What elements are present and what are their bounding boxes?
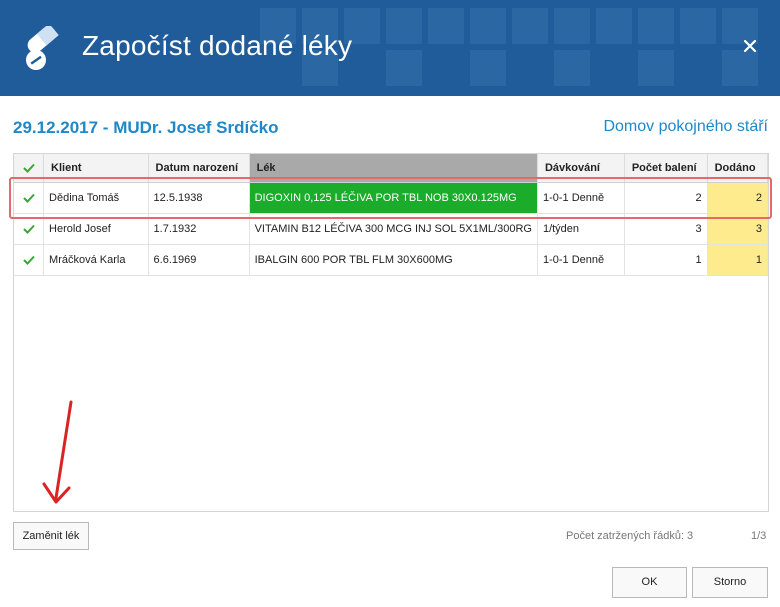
drug-cell-selected[interactable]: DIGOXIN 0,125 LÉČIVA POR TBL NOB 30X0.12… — [249, 182, 538, 214]
packs-cell: 3 — [624, 213, 708, 245]
delivered-cell[interactable]: 2 — [707, 182, 769, 214]
ok-button[interactable]: OK — [612, 567, 687, 598]
table-row[interactable]: Herold Josef 1.7.1932 VITAMIN B12 LÉČIVA… — [14, 213, 769, 245]
column-header-drug[interactable]: Lék — [249, 154, 538, 183]
arrow-annotation — [42, 400, 73, 504]
table-header-row: Klient Datum narození Lék Dávkování Poče… — [14, 154, 769, 183]
cancel-button[interactable]: Storno — [692, 567, 768, 598]
client-cell: Dědina Tomáš — [43, 182, 149, 214]
check-icon — [22, 163, 35, 174]
dosage-cell: 1/týden — [537, 213, 625, 245]
drug-cell[interactable]: VITAMIN B12 LÉČIVA 300 MCG INJ SOL 5X1ML… — [249, 213, 538, 245]
table-row[interactable]: Mráčková Karla 6.6.1969 IBALGIN 600 POR … — [14, 244, 769, 276]
row-check-cell[interactable] — [14, 244, 45, 276]
delivered-cell[interactable]: 1 — [707, 244, 769, 276]
dob-cell: 1.7.1932 — [148, 213, 250, 245]
checked-rows-count: Počet zatržených řádků: 3 — [566, 530, 694, 542]
pills-icon — [26, 26, 59, 70]
column-header-check[interactable] — [14, 154, 45, 183]
page-indicator: 1/3 — [751, 530, 767, 542]
row-check-cell[interactable] — [14, 213, 45, 245]
dosage-cell: 1-0-1 Denně — [537, 182, 625, 214]
table-row[interactable]: Dědina Tomáš 12.5.1938 DIGOXIN 0,125 LÉČ… — [14, 182, 769, 214]
check-icon[interactable] — [22, 255, 35, 266]
medication-table: Klient Datum narození Lék Dávkování Poče… — [14, 154, 769, 276]
replace-drug-button[interactable]: Zaměnit lék — [13, 522, 89, 550]
facility-name: Domov pokojného stáří — [603, 118, 768, 135]
drug-cell[interactable]: IBALGIN 600 POR TBL FLM 30X600MG — [249, 244, 538, 276]
packs-cell: 2 — [624, 182, 708, 214]
dialog-title: Započíst dodané léky — [82, 30, 353, 61]
dialog-header: Započíst dodané léky — [0, 0, 780, 96]
date-doctor-heading: 29.12.2017 - MUDr. Josef Srdíčko — [13, 118, 279, 137]
column-header-client[interactable]: Klient — [43, 154, 149, 183]
column-header-dosage[interactable]: Dávkování — [537, 154, 625, 183]
check-icon[interactable] — [22, 193, 35, 204]
dob-cell: 6.6.1969 — [148, 244, 250, 276]
check-icon[interactable] — [22, 224, 35, 235]
column-header-delivered[interactable]: Dodáno — [707, 154, 769, 183]
dob-cell: 12.5.1938 — [148, 182, 250, 214]
medication-grid: Klient Datum narození Lék Dávkování Poče… — [13, 153, 769, 512]
client-cell: Mráčková Karla — [43, 244, 149, 276]
close-icon[interactable] — [740, 36, 760, 56]
column-header-dob[interactable]: Datum narození — [148, 154, 250, 183]
client-cell: Herold Josef — [43, 213, 149, 245]
row-check-cell[interactable] — [14, 182, 45, 214]
dosage-cell: 1-0-1 Denně — [537, 244, 625, 276]
column-header-packs[interactable]: Počet balení — [624, 154, 708, 183]
packs-cell: 1 — [624, 244, 708, 276]
delivered-cell[interactable]: 3 — [707, 213, 769, 245]
